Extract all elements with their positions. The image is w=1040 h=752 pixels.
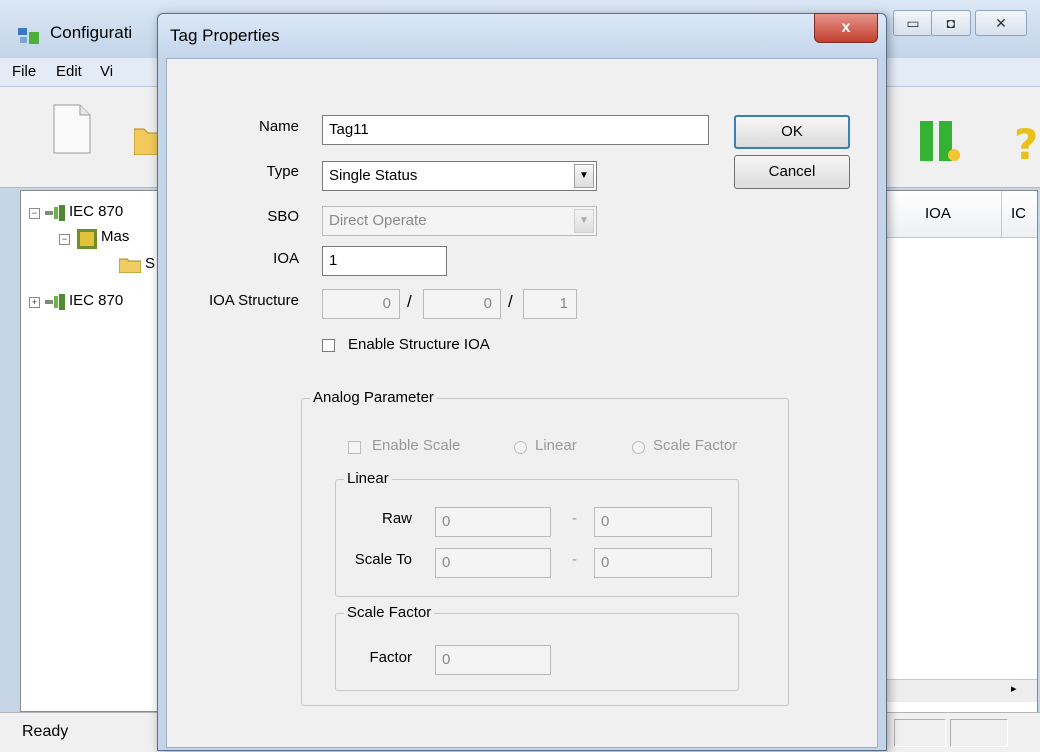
- linear-radio: [514, 441, 527, 454]
- raw-label: Raw: [381, 510, 412, 527]
- sbo-select-value: Direct Operate: [329, 212, 427, 229]
- linear-radio-label: Linear: [535, 437, 577, 454]
- type-label: Type: [266, 163, 299, 180]
- close-main-icon[interactable]: ✕: [975, 10, 1027, 36]
- scale-to-label: Scale To: [354, 551, 412, 568]
- scale-to-input: 0: [594, 548, 712, 578]
- menu-file[interactable]: File: [12, 63, 36, 80]
- protocol-icon: [45, 205, 65, 221]
- analog-parameter-title: Analog Parameter: [310, 389, 437, 406]
- enable-structure-checkbox[interactable]: [322, 339, 335, 352]
- type-select[interactable]: Single Status ▼: [322, 161, 597, 191]
- dialog-titlebar[interactable]: Tag Properties x: [158, 13, 886, 58]
- raw-from-input: 0: [435, 507, 551, 537]
- separator: /: [508, 292, 513, 311]
- chevron-down-icon: ▼: [574, 209, 594, 233]
- name-input[interactable]: Tag11: [322, 115, 709, 145]
- close-icon[interactable]: x: [814, 13, 878, 43]
- column-ic[interactable]: IC: [1011, 205, 1026, 222]
- master-icon: [77, 229, 97, 249]
- main-window-title: Configurati: [50, 23, 133, 42]
- dialog-title: Tag Properties: [170, 26, 280, 45]
- ioa-structure-field-3: 1: [523, 289, 577, 319]
- collapse-icon[interactable]: −: [59, 234, 70, 245]
- scale-factor-group: Scale Factor Factor 0: [335, 604, 739, 691]
- ok-button[interactable]: OK: [734, 115, 850, 149]
- status-text: Ready: [22, 723, 69, 740]
- sbo-select: Direct Operate ▼: [322, 206, 597, 236]
- tag-properties-dialog: Tag Properties x Name Tag11 Type Single …: [157, 13, 887, 751]
- name-label: Name: [258, 118, 299, 135]
- list-pane[interactable]: IOA IC ▸: [880, 190, 1038, 714]
- raw-to-input: 0: [594, 507, 712, 537]
- status-panel: [894, 719, 946, 747]
- expand-icon[interactable]: +: [29, 297, 40, 308]
- analog-parameter-group: Analog Parameter Enable Scale Linear Sca…: [301, 389, 789, 706]
- pause-icon[interactable]: [918, 121, 962, 161]
- scroll-right-icon[interactable]: ▸: [1011, 682, 1017, 695]
- collapse-icon[interactable]: −: [29, 208, 40, 219]
- new-document-icon[interactable]: [52, 103, 92, 155]
- ioa-structure-field-2: 0: [423, 289, 501, 319]
- tree-item-station[interactable]: S: [145, 255, 155, 272]
- tree-item-iec-2[interactable]: IEC 870: [69, 292, 123, 309]
- scale-factor-radio: [632, 441, 645, 454]
- tree-item-iec-1[interactable]: IEC 870: [69, 203, 123, 220]
- chevron-down-icon[interactable]: ▼: [574, 164, 594, 188]
- maximize-icon[interactable]: ◘: [931, 10, 971, 36]
- sbo-label: SBO: [267, 208, 299, 225]
- linear-group: Linear Raw 0 - 0 Scale To 0 - 0: [335, 470, 739, 597]
- status-panel: [950, 719, 1008, 747]
- list-header: IOA IC: [881, 191, 1037, 238]
- scale-from-input: 0: [435, 548, 551, 578]
- help-icon[interactable]: ?: [1012, 119, 1040, 165]
- factor-label: Factor: [369, 649, 412, 666]
- dash: -: [572, 551, 577, 568]
- horizontal-scrollbar[interactable]: ▸: [881, 679, 1037, 702]
- scale-factor-group-title: Scale Factor: [344, 604, 435, 621]
- open-folder-icon[interactable]: [134, 125, 158, 155]
- ioa-input[interactable]: 1: [322, 246, 447, 276]
- separator: /: [407, 292, 412, 311]
- column-ioa[interactable]: IOA: [925, 205, 951, 222]
- ioa-structure-label: IOA Structure: [208, 292, 299, 309]
- enable-scale-label: Enable Scale: [372, 437, 461, 454]
- enable-scale-checkbox: [348, 441, 361, 454]
- ioa-structure-field-1: 0: [322, 289, 400, 319]
- ioa-label: IOA: [273, 250, 299, 267]
- folder-icon: [119, 258, 141, 273]
- dialog-body: Name Tag11 Type Single Status ▼ SBO Dire…: [166, 58, 878, 748]
- menu-edit[interactable]: Edit: [56, 63, 82, 80]
- type-select-value: Single Status: [329, 167, 418, 184]
- protocol-icon: [45, 294, 65, 310]
- app-icon: [18, 28, 39, 44]
- linear-group-title: Linear: [344, 470, 392, 487]
- svg-text:?: ?: [1014, 120, 1038, 165]
- tree-item-master[interactable]: Mas: [101, 228, 129, 245]
- scale-factor-radio-label: Scale Factor: [653, 437, 738, 454]
- cancel-button[interactable]: Cancel: [734, 155, 850, 189]
- enable-structure-label[interactable]: Enable Structure IOA: [348, 336, 490, 353]
- minimize-button[interactable]: ▭: [893, 10, 933, 36]
- tree-pane[interactable]: − IEC 870 − Mas S + IEC 870: [20, 190, 170, 712]
- menu-view[interactable]: Vi: [100, 63, 113, 80]
- dash: -: [572, 510, 577, 527]
- factor-input: 0: [435, 645, 551, 675]
